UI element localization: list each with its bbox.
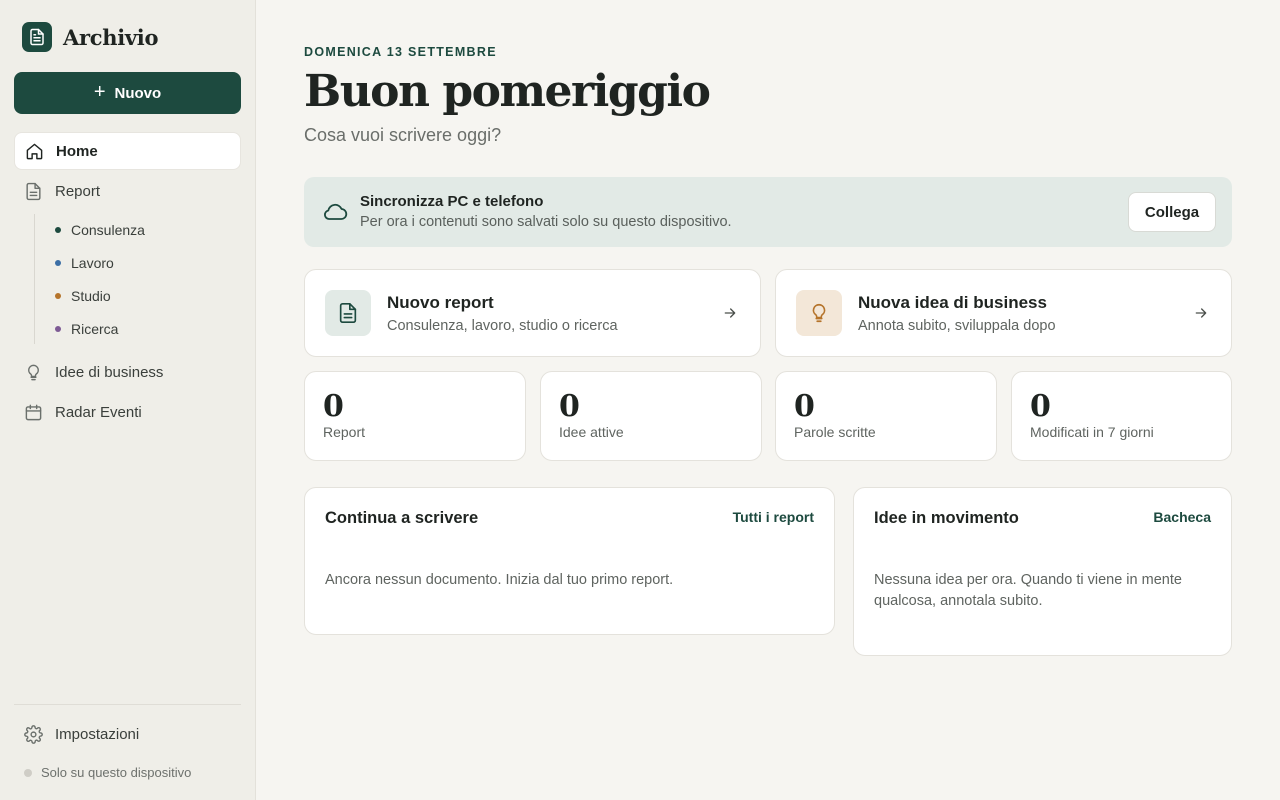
- action-subtitle: Annota subito, sviluppala dopo: [858, 318, 1056, 334]
- stat-label: Modificati in 7 giorni: [1030, 424, 1154, 440]
- subnav-item-label: Ricerca: [71, 321, 119, 337]
- sync-text: Per ora i contenuti sono salvati solo su…: [360, 214, 732, 230]
- empty-state-text: Ancora nessun documento. Inizia dal tuo …: [325, 572, 674, 588]
- subnav-item-consulenza[interactable]: Consulenza: [55, 219, 145, 241]
- category-dot: [55, 227, 61, 233]
- status-dot: [24, 768, 32, 777]
- document-icon: [26, 182, 41, 200]
- stat-label: Report: [323, 424, 366, 440]
- category-dot: [55, 260, 61, 266]
- new-idea-card[interactable]: Nuova idea di business Annota subito, sv…: [775, 269, 1232, 357]
- action-title: Nuova idea di business: [858, 293, 1047, 312]
- sidebar-item-radar[interactable]: Radar Eventi: [14, 393, 241, 431]
- app-logo-icon: [22, 22, 52, 52]
- plus-icon: +: [93, 81, 106, 103]
- calendar-icon: [25, 404, 42, 420]
- current-date: DOMENICA 13 SETTEMBRE: [304, 45, 497, 59]
- lightbulb-icon: [28, 364, 39, 380]
- sidebar-item-report[interactable]: Report: [14, 172, 241, 210]
- action-subtitle: Consulenza, lavoro, studio o ricerca: [387, 318, 618, 334]
- stat-reports: 0 Report: [304, 371, 526, 461]
- action-title: Nuovo report: [387, 293, 494, 312]
- stat-active-ideas: 0 Idee attive: [540, 371, 762, 461]
- sidebar-divider: [14, 704, 241, 705]
- sidebar-item-label: Impostazioni: [55, 725, 140, 743]
- connect-button[interactable]: Collega: [1128, 192, 1216, 232]
- subnav-item-label: Consulenza: [71, 222, 145, 238]
- category-dot: [55, 293, 61, 299]
- new-report-card[interactable]: Nuovo report Consulenza, lavoro, studio …: [304, 269, 761, 357]
- sidebar-item-label: Idee di business: [55, 363, 164, 381]
- arrow-right-icon: [1195, 308, 1207, 318]
- sidebar-item-label: Home: [56, 142, 98, 160]
- subnav-item-lavoro[interactable]: Lavoro: [55, 252, 114, 274]
- storage-status-text: Solo su questo dispositivo: [41, 765, 192, 780]
- empty-state-text: Nessuna idea per ora. Quando ti viene in…: [874, 572, 1182, 609]
- category-dot: [55, 326, 61, 332]
- all-reports-link[interactable]: Tutti i report: [733, 509, 814, 525]
- storage-status: Solo su questo dispositivo: [24, 765, 191, 780]
- document-icon: [325, 290, 371, 336]
- panel-title: Continua a scrivere: [325, 509, 479, 527]
- sidebar-item-label: Radar Eventi: [55, 403, 142, 421]
- subnav-item-studio[interactable]: Studio: [55, 285, 111, 307]
- sidebar-item-home[interactable]: Home: [14, 132, 241, 170]
- home-icon: [26, 143, 43, 159]
- sidebar-item-ideas[interactable]: Idee di business: [14, 353, 241, 391]
- stat-words-written: 0 Parole scritte: [775, 371, 997, 461]
- sidebar: Archivio + Nuovo Home Report Consulenza …: [0, 0, 256, 800]
- stat-value: 0: [794, 389, 815, 424]
- arrow-right-icon: [724, 308, 736, 318]
- stat-value: 0: [559, 389, 580, 424]
- stat-value: 0: [323, 389, 344, 424]
- stat-label: Parole scritte: [794, 424, 876, 440]
- stat-label: Idee attive: [559, 424, 624, 440]
- stat-modified-7-days: 0 Modificati in 7 giorni: [1011, 371, 1232, 461]
- sync-title: Sincronizza PC e telefono: [360, 193, 544, 210]
- new-button-label: Nuovo: [114, 84, 162, 102]
- page-subtitle: Cosa vuoi scrivere oggi?: [304, 125, 502, 145]
- lightbulb-icon: [796, 290, 842, 336]
- page-title: Buon pomeriggio: [304, 66, 711, 117]
- ideas-in-motion-panel: Idee in movimento Bacheca Nessuna idea p…: [853, 487, 1232, 656]
- gear-icon: [24, 724, 43, 744]
- brand[interactable]: Archivio: [22, 22, 158, 52]
- sidebar-item-label: Report: [55, 182, 101, 200]
- subnav-item-label: Studio: [71, 288, 111, 304]
- cloud-icon: [324, 203, 348, 220]
- sidebar-item-settings[interactable]: Impostazioni: [14, 715, 241, 753]
- stat-value: 0: [1030, 389, 1051, 424]
- subnav-item-ricerca[interactable]: Ricerca: [55, 318, 118, 340]
- subnav-line: [34, 214, 35, 344]
- board-link[interactable]: Bacheca: [1153, 509, 1211, 525]
- continue-writing-panel: Continua a scrivere Tutti i report Ancor…: [304, 487, 835, 635]
- new-button[interactable]: + Nuovo: [14, 72, 241, 114]
- app-name: Archivio: [63, 24, 159, 50]
- panel-title: Idee in movimento: [874, 509, 1019, 527]
- subnav-item-label: Lavoro: [71, 255, 114, 271]
- sync-banner: Sincronizza PC e telefono Per ora i cont…: [304, 177, 1232, 247]
